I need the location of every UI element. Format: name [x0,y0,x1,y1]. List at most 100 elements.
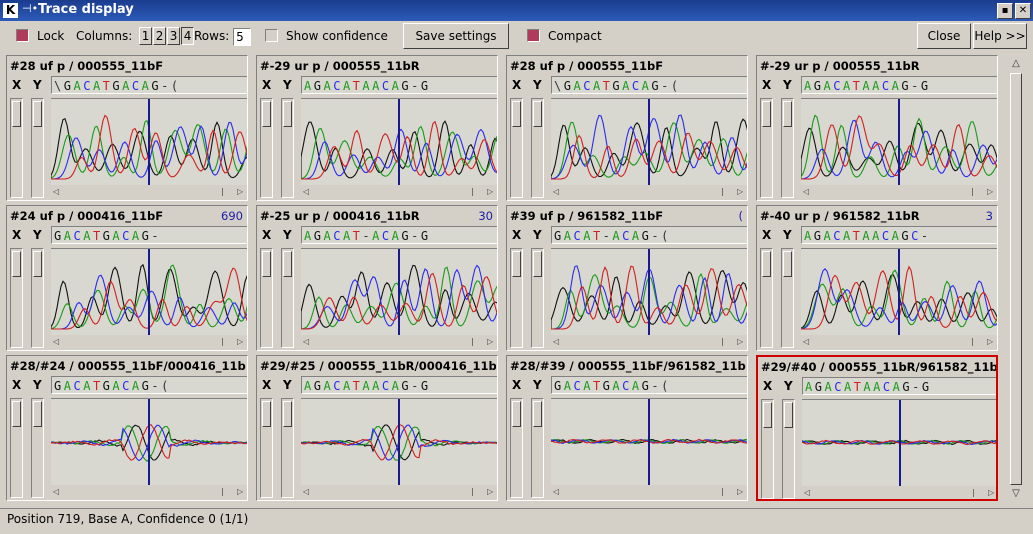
scroll-left-icon[interactable]: ◁ [804,488,810,497]
trace-panel[interactable]: #24 uf p / 000416_11bF 690 X Y GACATGACA… [6,205,248,351]
title-bar[interactable]: K ⊣• Trace display ▪ ✕ [0,0,1033,21]
scroll-left-icon[interactable]: ◁ [803,187,809,196]
slider-knob[interactable] [12,251,21,277]
y-zoom-slider[interactable] [781,248,794,348]
trace-panel[interactable]: #-29 ur p / 000555_11bR X Y AGACATAACAG-… [756,55,998,201]
y-zoom-slider[interactable] [782,399,795,499]
trace-panel[interactable]: #28 uf p / 000555_11bF X Y \GACATGACAG-(… [506,55,748,201]
slider-knob[interactable] [283,401,292,427]
trace-panel[interactable]: #39 uf p / 961582_11bF ( X Y GACAT-ACAG-… [506,205,748,351]
y-zoom-slider[interactable] [531,248,544,348]
trace-panel[interactable]: #28 uf p / 000555_11bF X Y \GACATGACAG-(… [6,55,248,201]
scroll-left-icon[interactable]: ◁ [303,487,309,496]
horizontal-scrollbar[interactable]: ◁ | ▷ [301,335,497,347]
y-zoom-slider[interactable] [531,398,544,498]
trace-canvas[interactable] [551,398,747,485]
scroll-left-icon[interactable]: ◁ [553,487,559,496]
slider-knob[interactable] [262,251,271,277]
scroll-left-icon[interactable]: ◁ [53,187,59,196]
x-zoom-slider[interactable] [510,398,523,498]
vertical-scrollbar[interactable]: △ ▽ [1009,57,1025,503]
scroll-right-icon[interactable]: ▷ [237,487,243,496]
scroll-right-icon[interactable]: ▷ [737,187,743,196]
scroll-right-icon[interactable]: ▷ [737,337,743,346]
scroll-right-icon[interactable]: ▷ [737,487,743,496]
x-zoom-slider[interactable] [260,398,273,498]
scroll-thumb-icon[interactable]: | [721,187,724,196]
horizontal-scrollbar[interactable]: ◁ | ▷ [801,185,997,197]
lock-toggle[interactable]: Lock [16,22,64,50]
pin-icon[interactable]: ⊣• [22,2,38,15]
y-zoom-slider[interactable] [31,248,44,348]
scroll-left-icon[interactable]: ◁ [53,337,59,346]
y-zoom-slider[interactable] [31,98,44,198]
x-zoom-slider[interactable] [760,248,773,348]
scroll-thumb-icon[interactable]: | [971,187,974,196]
trace-canvas[interactable] [301,398,497,485]
close-button[interactable]: Close [917,23,971,49]
scroll-right-icon[interactable]: ▷ [487,487,493,496]
slider-knob[interactable] [283,251,292,277]
scroll-right-icon[interactable]: ▷ [237,337,243,346]
y-zoom-slider[interactable] [281,398,294,498]
help-button[interactable]: Help >> [973,23,1027,49]
horizontal-scrollbar[interactable]: ◁ | ▷ [51,185,247,197]
slider-knob[interactable] [12,401,21,427]
scroll-right-icon[interactable]: ▷ [237,187,243,196]
scroll-thumb-icon[interactable]: | [721,337,724,346]
slider-knob[interactable] [762,101,771,127]
scroll-right-icon[interactable]: ▷ [987,337,993,346]
slider-knob[interactable] [262,401,271,427]
slider-knob[interactable] [33,401,42,427]
y-zoom-slider[interactable] [531,98,544,198]
slider-knob[interactable] [33,101,42,127]
x-zoom-slider[interactable] [260,98,273,198]
scroll-thumb-icon[interactable]: | [471,337,474,346]
restore-button[interactable]: ▪ [997,3,1013,19]
scroll-right-icon[interactable]: ▷ [487,337,493,346]
x-zoom-slider[interactable] [760,98,773,198]
save-settings-button[interactable]: Save settings [403,23,509,49]
trace-canvas[interactable] [801,98,997,185]
trace-canvas[interactable] [51,398,247,485]
trace-canvas[interactable] [801,248,997,335]
compact-checkbox[interactable] [527,29,540,42]
scroll-down-icon[interactable]: ▽ [1009,487,1023,501]
rows-input[interactable]: 5 [233,27,252,46]
slider-knob[interactable] [533,101,542,127]
slider-knob[interactable] [512,251,521,277]
scroll-thumb-icon[interactable]: | [471,187,474,196]
x-zoom-slider[interactable] [510,248,523,348]
scroll-left-icon[interactable]: ◁ [803,337,809,346]
horizontal-scrollbar[interactable]: ◁ | ▷ [301,485,497,497]
scroll-thumb-icon[interactable]: | [721,487,724,496]
columns-option-1[interactable]: 1 [139,27,153,45]
scroll-left-icon[interactable]: ◁ [53,487,59,496]
trace-panel[interactable]: #29/#25 / 000555_11bR/000416_11bR X Y AG… [256,355,498,501]
trace-canvas[interactable] [51,98,247,185]
slider-knob[interactable] [763,402,772,428]
y-zoom-slider[interactable] [31,398,44,498]
x-zoom-slider[interactable] [10,98,23,198]
horizontal-scrollbar[interactable]: ◁ | ▷ [301,185,497,197]
slider-knob[interactable] [762,251,771,277]
slider-knob[interactable] [533,401,542,427]
slider-knob[interactable] [784,402,793,428]
y-zoom-slider[interactable] [281,248,294,348]
scroll-thumb[interactable] [1010,73,1022,485]
horizontal-scrollbar[interactable]: ◁ | ▷ [801,335,997,347]
horizontal-scrollbar[interactable]: ◁ | ▷ [51,485,247,497]
scroll-thumb-icon[interactable]: | [471,487,474,496]
slider-knob[interactable] [12,101,21,127]
columns-option-4[interactable]: 4 [181,27,195,45]
trace-panel[interactable]: #-40 ur p / 961582_11bR 3 X Y AGACATAACA… [756,205,998,351]
x-zoom-slider[interactable] [260,248,273,348]
trace-panel[interactable]: #-25 ur p / 000416_11bR 30 X Y AGACAT-AC… [256,205,498,351]
y-zoom-slider[interactable] [281,98,294,198]
x-zoom-slider[interactable] [510,98,523,198]
scroll-thumb-icon[interactable]: | [221,337,224,346]
scroll-left-icon[interactable]: ◁ [303,337,309,346]
trace-panel[interactable]: #28/#24 / 000555_11bF/000416_11bF X Y GA… [6,355,248,501]
horizontal-scrollbar[interactable]: ◁ | ▷ [802,486,996,498]
scroll-thumb-icon[interactable]: | [221,187,224,196]
